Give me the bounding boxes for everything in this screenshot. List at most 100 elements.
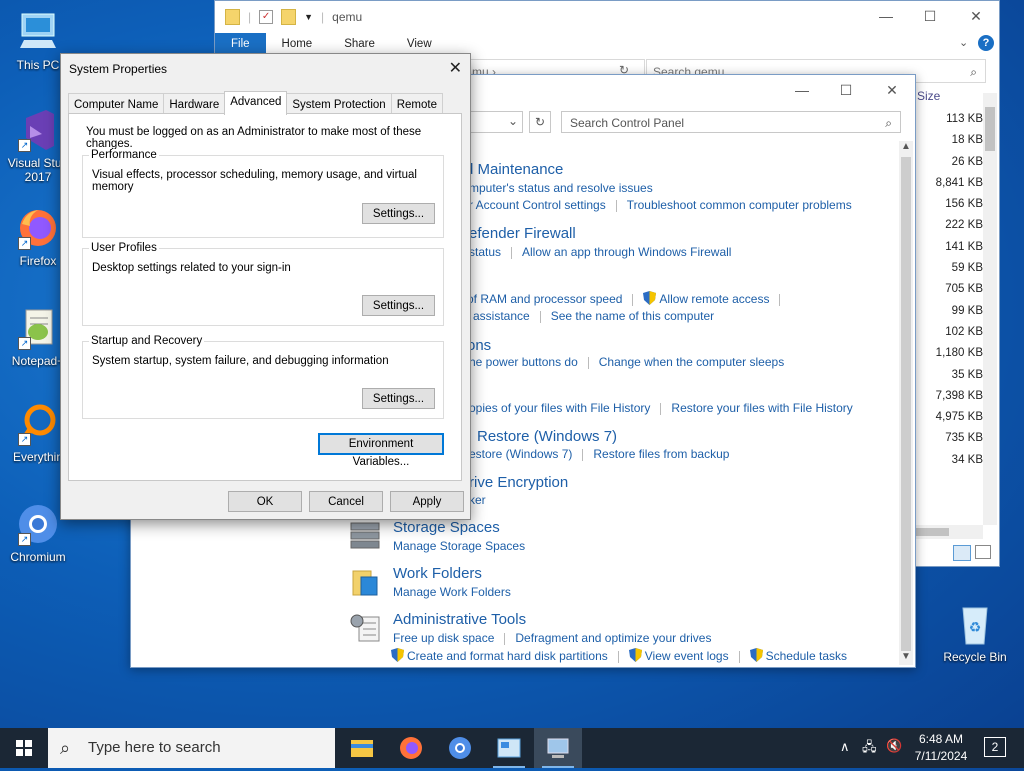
tab-computer-name[interactable]: Computer Name xyxy=(68,93,165,114)
tab-share[interactable]: Share xyxy=(328,33,391,55)
clock-date[interactable]: 7/11/2024 xyxy=(910,749,972,763)
properties-check-icon[interactable]: ✓ xyxy=(259,10,274,24)
taskbar-control-panel[interactable] xyxy=(485,728,533,768)
taskbar-search-box[interactable]: ⌕ Type here to search xyxy=(48,728,335,768)
category-link[interactable]: Allow an app through Windows Firewall xyxy=(522,245,731,259)
administrative-tools-icon xyxy=(350,614,380,642)
category-link[interactable]: Troubleshoot common computer problems xyxy=(627,198,852,212)
category-link-row: assistance See the name of this computer xyxy=(473,309,714,323)
category-link[interactable]: Restore your files with File History xyxy=(671,401,852,415)
start-button[interactable] xyxy=(0,728,48,768)
category-link[interactable]: Manage Work Folders xyxy=(393,585,511,599)
maximize-button[interactable]: ☐ xyxy=(823,75,869,105)
category-link-row: opies of your files with File History Res… xyxy=(469,401,853,415)
category-link[interactable]: Change when the computer sleeps xyxy=(599,355,784,369)
firefox-icon: ↗ xyxy=(16,206,60,250)
notepad-plus-icon: ↗ xyxy=(16,306,60,350)
performance-group: Performance Visual effects, processor sc… xyxy=(82,149,444,238)
category-link[interactable]: opies of your files with File History xyxy=(469,401,650,415)
category-link-row: estore (Windows 7) Restore files from bac… xyxy=(469,447,729,461)
category-link[interactable]: ker xyxy=(469,493,486,507)
performance-settings-button[interactable]: Settings... xyxy=(362,203,435,224)
user-profiles-settings-button[interactable]: Settings... xyxy=(362,295,435,316)
explorer-vertical-scrollbar[interactable] xyxy=(983,93,997,525)
expand-ribbon-icon[interactable]: ⌄ xyxy=(959,36,968,49)
category-link[interactable]: status xyxy=(469,245,501,259)
notifications-icon[interactable]: 2 xyxy=(984,737,1006,757)
tab-file[interactable]: File xyxy=(215,33,266,55)
taskbar: ⌕ Type here to search ∧ 🖧 🔇 6:48 AM 7/11… xyxy=(0,728,1024,768)
category-link[interactable]: he power buttons do xyxy=(469,355,578,369)
category-link[interactable]: of RAM and processor speed xyxy=(467,292,622,306)
scrollbar-thumb[interactable] xyxy=(985,107,995,151)
category-link[interactable]: Allow remote access xyxy=(659,292,769,306)
category-bitlocker: rive Encryption xyxy=(469,474,568,491)
close-button[interactable]: ✕ xyxy=(869,75,915,105)
large-icons-view-icon[interactable] xyxy=(975,545,991,559)
category-link[interactable]: View event logs xyxy=(645,649,729,663)
help-icon[interactable]: ? xyxy=(978,35,994,51)
apply-button[interactable]: Apply xyxy=(390,491,464,512)
group-label: Startup and Recovery xyxy=(89,335,205,347)
tab-advanced[interactable]: Advanced xyxy=(224,91,288,115)
ok-button[interactable]: OK xyxy=(228,491,302,512)
close-button[interactable]: ✕ xyxy=(953,1,999,31)
category-link-row: status Allow an app through Windows Firew… xyxy=(469,245,731,259)
tab-remote[interactable]: Remote xyxy=(390,93,443,114)
taskbar-chromium[interactable] xyxy=(436,728,484,768)
maximize-button[interactable]: ☐ xyxy=(907,1,953,31)
control-panel-scrollbar[interactable]: ▲ ▼ xyxy=(899,141,913,665)
uac-shield-icon xyxy=(391,648,404,662)
details-view-icon[interactable] xyxy=(953,545,971,561)
environment-variables-button[interactable]: Environment Variables... xyxy=(318,433,444,468)
category-heading[interactable]: Restore (Windows 7) xyxy=(477,428,617,445)
category-heading[interactable]: Work Folders xyxy=(393,565,482,582)
show-hidden-icons-chevron-icon[interactable]: ∧ xyxy=(840,739,850,755)
category-heading[interactable]: d Maintenance xyxy=(465,161,563,178)
tab-view[interactable]: View xyxy=(391,33,448,55)
category-heading[interactable]: Storage Spaces xyxy=(393,519,500,536)
category-heading[interactable]: efender Firewall xyxy=(469,225,576,242)
scroll-up-arrow-icon[interactable]: ▲ xyxy=(901,141,911,152)
quick-access-dropdown-icon[interactable]: ▼ xyxy=(304,12,313,22)
minimize-button[interactable]: — xyxy=(779,75,825,105)
tab-system-protection[interactable]: System Protection xyxy=(286,93,392,114)
clock-time[interactable]: 6:48 AM xyxy=(918,732,964,746)
category-link[interactable]: assistance xyxy=(473,309,530,323)
category-link[interactable]: r Account Control settings xyxy=(469,198,606,212)
category-link[interactable]: Free up disk space xyxy=(393,631,494,645)
category-link[interactable]: mputer's status and resolve issues xyxy=(469,181,653,195)
minimize-button[interactable]: — xyxy=(863,1,909,31)
category-link[interactable]: estore (Windows 7) xyxy=(469,447,572,461)
category-heading[interactable]: rive Encryption xyxy=(469,474,568,491)
scrollbar-thumb[interactable] xyxy=(901,157,911,651)
refresh-button[interactable]: ↻ xyxy=(529,111,551,133)
category-link[interactable]: See the name of this computer xyxy=(551,309,714,323)
taskbar-firefox[interactable] xyxy=(387,728,435,768)
network-icon[interactable]: 🖧 xyxy=(862,738,877,760)
volume-muted-icon[interactable]: 🔇 xyxy=(886,738,902,754)
category-heading[interactable]: Administrative Tools xyxy=(393,611,526,628)
category-link[interactable]: Manage Storage Spaces xyxy=(393,539,525,553)
category-link[interactable]: Defragment and optimize your drives xyxy=(515,631,711,645)
tab-home[interactable]: Home xyxy=(266,33,329,55)
category-link[interactable]: Schedule tasks xyxy=(766,649,847,663)
scroll-down-arrow-icon[interactable]: ▼ xyxy=(901,651,911,662)
scrollbar-thumb[interactable] xyxy=(915,528,949,536)
taskbar-system-properties[interactable] xyxy=(534,728,582,768)
desktop-icon-recycle-bin[interactable]: ♻ Recycle Bin xyxy=(939,602,1011,664)
category-link[interactable]: Create and format hard disk partitions xyxy=(407,649,608,663)
taskbar-file-explorer[interactable] xyxy=(338,728,386,768)
startup-recovery-settings-button[interactable]: Settings... xyxy=(362,388,435,409)
tab-hardware[interactable]: Hardware xyxy=(163,93,226,114)
dialog-title: System Properties xyxy=(69,62,168,76)
notification-count-badge: 2 xyxy=(991,740,999,754)
close-icon[interactable]: ✕ xyxy=(449,58,462,78)
system-properties-dialog[interactable]: System Properties ✕ Computer Name Hardwa… xyxy=(60,53,471,520)
explorer-horizontal-scrollbar[interactable] xyxy=(915,525,983,539)
cancel-button[interactable]: Cancel xyxy=(309,491,383,512)
control-panel-search[interactable]: Search Control Panel ⌕ xyxy=(561,111,901,133)
category-link[interactable]: Restore files from backup xyxy=(593,447,729,461)
new-folder-icon[interactable] xyxy=(281,9,297,25)
address-dropdown[interactable]: ⌄ xyxy=(469,111,523,133)
